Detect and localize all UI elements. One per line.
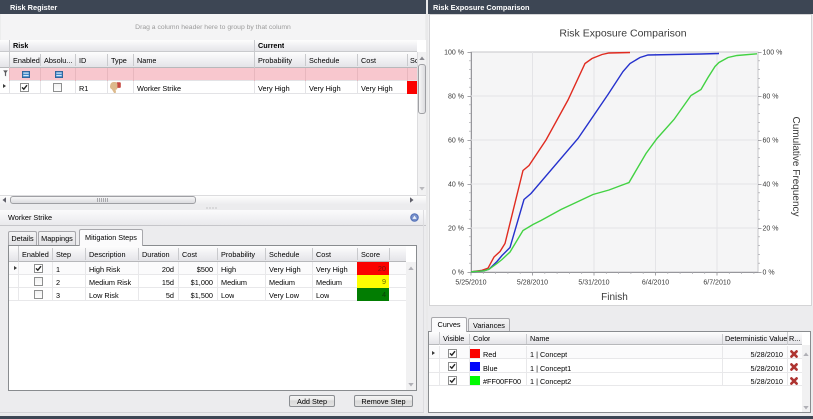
svg-text:0 %: 0 % (763, 270, 775, 277)
svg-text:80 %: 80 % (448, 94, 464, 101)
svg-text:20 %: 20 % (763, 226, 779, 233)
svg-text:6/4/2010: 6/4/2010 (642, 280, 669, 287)
svg-text:80 %: 80 % (763, 94, 779, 101)
svg-text:100 %: 100 % (444, 50, 464, 57)
svg-text:6/7/2010: 6/7/2010 (703, 280, 730, 287)
svg-text:Cumulative Frequency: Cumulative Frequency (790, 116, 801, 216)
svg-text:Risk Exposure Comparison: Risk Exposure Comparison (559, 28, 686, 40)
svg-text:5/25/2010: 5/25/2010 (455, 280, 486, 287)
svg-text:Finish: Finish (601, 292, 628, 303)
svg-text:60 %: 60 % (448, 138, 464, 145)
svg-text:100 %: 100 % (763, 50, 783, 57)
svg-text:40 %: 40 % (763, 182, 779, 189)
svg-text:0 %: 0 % (452, 270, 464, 277)
svg-text:40 %: 40 % (448, 182, 464, 189)
svg-text:5/28/2010: 5/28/2010 (517, 280, 548, 287)
svg-text:20 %: 20 % (448, 226, 464, 233)
svg-text:60 %: 60 % (763, 138, 779, 145)
svg-text:5/31/2010: 5/31/2010 (578, 280, 609, 287)
